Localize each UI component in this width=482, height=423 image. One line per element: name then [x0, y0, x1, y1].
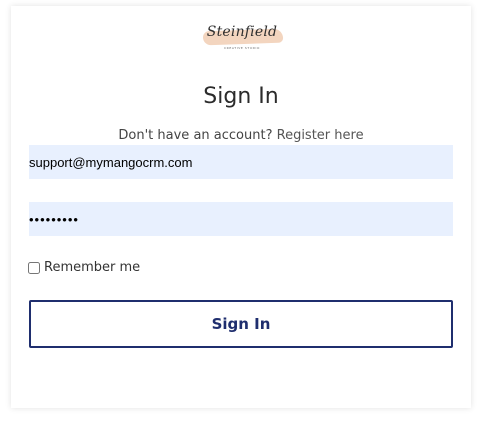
logo-tagline: CREATIVE STUDIO	[223, 46, 260, 50]
email-field[interactable]	[29, 145, 453, 179]
password-field[interactable]	[29, 202, 453, 236]
remember-me-row[interactable]: Remember me	[28, 260, 140, 275]
register-prompt: Don't have an account? Register here	[11, 128, 471, 143]
register-link[interactable]: Register here	[277, 128, 364, 143]
sign-in-card: Steinfield CREATIVE STUDIO Sign In Don't…	[11, 6, 471, 408]
page-title: Sign In	[203, 84, 279, 109]
remember-me-label: Remember me	[44, 260, 141, 275]
remember-me-checkbox[interactable]	[28, 261, 40, 274]
register-prompt-text: Don't have an account?	[118, 128, 273, 143]
sign-in-button[interactable]: Sign In	[29, 300, 453, 348]
logo-wordmark: Steinfield	[206, 24, 278, 40]
brand-logo: Steinfield CREATIVE STUDIO	[197, 24, 287, 54]
